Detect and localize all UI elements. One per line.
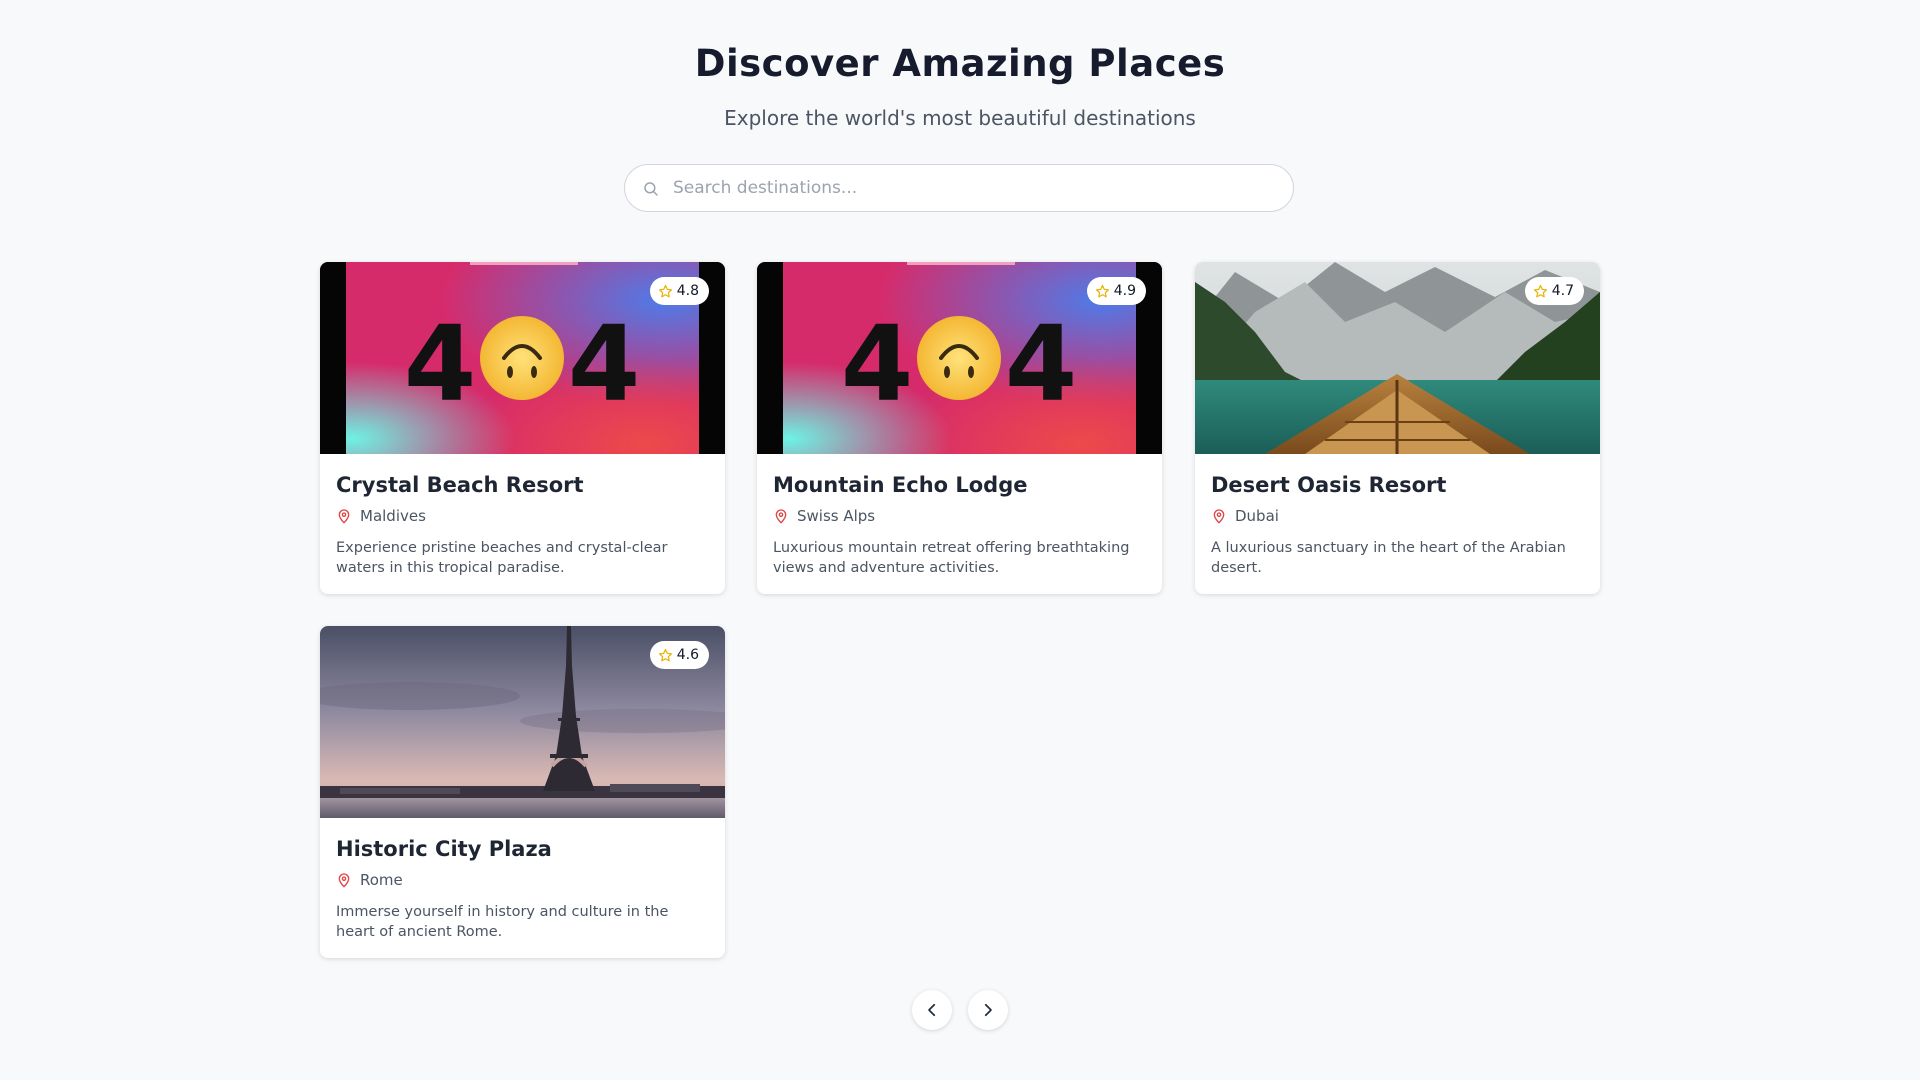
star-icon [1533, 284, 1547, 297]
destination-location: Rome [336, 871, 403, 889]
destination-card[interactable]: 4 4 4.9 Mountain Echo Lodge Swiss Alps L… [757, 262, 1162, 594]
page: Discover Amazing Places Explore the worl… [0, 0, 1920, 1080]
rating-value: 4.6 [676, 647, 699, 663]
destination-description: Experience pristine beaches and crystal-… [336, 540, 668, 576]
chevron-right-icon [984, 1003, 992, 1017]
destination-name: Mountain Echo Lodge [773, 473, 1028, 497]
svg-text:4: 4 [568, 303, 640, 425]
rating-value: 4.9 [1113, 283, 1136, 299]
previous-page-button[interactable] [912, 990, 952, 1030]
svg-text:4: 4 [1005, 303, 1077, 425]
map-pin-icon [1213, 509, 1225, 524]
rating-value: 4.8 [676, 283, 699, 299]
search-input[interactable] [673, 165, 1273, 211]
search-bar[interactable] [624, 164, 1294, 212]
map-pin-icon [338, 509, 350, 524]
page-title: Discover Amazing Places [694, 42, 1226, 85]
rating-badge: 4.6 [649, 641, 709, 669]
destination-card[interactable]: 4.7 Desert Oasis Resort Dubai A luxuriou… [1195, 262, 1600, 594]
map-pin-icon [338, 873, 350, 888]
location-label: Swiss Alps [797, 507, 876, 525]
location-label: Maldives [360, 507, 426, 525]
svg-text:4: 4 [841, 303, 913, 425]
destination-name: Crystal Beach Resort [336, 473, 584, 497]
destination-name: Desert Oasis Resort [1211, 473, 1447, 497]
page-subtitle: Explore the world's most beautiful desti… [724, 106, 1196, 130]
svg-text:4: 4 [404, 303, 476, 425]
destination-location: Dubai [1211, 507, 1279, 525]
destination-location: Maldives [336, 507, 426, 525]
destination-name: Historic City Plaza [336, 837, 552, 861]
rating-badge: 4.7 [1524, 277, 1584, 305]
location-label: Rome [360, 871, 403, 889]
search-icon [644, 182, 658, 196]
rating-badge: 4.9 [1086, 277, 1146, 305]
rating-badge: 4.8 [649, 277, 709, 305]
chevron-left-icon [928, 1003, 936, 1017]
next-page-button[interactable] [968, 990, 1008, 1030]
map-pin-icon [775, 509, 787, 524]
rating-value: 4.7 [1551, 283, 1574, 299]
destination-location: Swiss Alps [773, 507, 875, 525]
star-icon [1095, 284, 1109, 297]
star-icon [658, 648, 672, 661]
destination-description: Luxurious mountain retreat offering brea… [773, 540, 1130, 576]
destination-description: A luxurious sanctuary in the heart of th… [1211, 540, 1566, 576]
destination-card[interactable]: 4.6 Historic City Plaza Rome Immerse you… [320, 626, 725, 958]
destination-card[interactable]: 4 4 4.8 Crystal Beach Resort Maldives Ex… [320, 262, 725, 594]
location-label: Dubai [1235, 507, 1279, 525]
destination-description: Immerse yourself in history and culture … [336, 904, 669, 940]
star-icon [658, 284, 672, 297]
